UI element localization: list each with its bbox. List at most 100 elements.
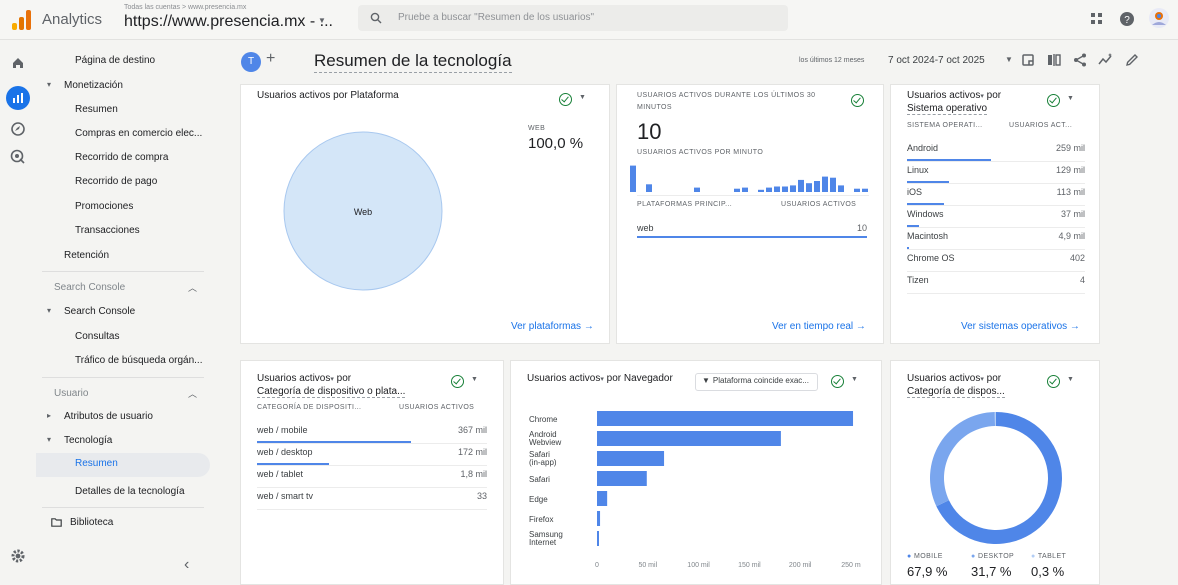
view-os-link[interactable]: Ver sistemas operativos → [961, 321, 1080, 332]
sidebar-item-user-attributes[interactable]: ▸ Atributos de usuario [36, 406, 210, 428]
legend-value: 67,9 % [907, 564, 948, 579]
sidebar-item-landing-page[interactable]: Página de destino [36, 50, 210, 72]
table-row[interactable]: Tizen 4 [907, 275, 1085, 285]
sidebar-item-promotions[interactable]: Promociones [36, 196, 210, 218]
row-value: 259 mil [1055, 143, 1085, 153]
table-row[interactable]: web / tablet 1,8 mil [257, 469, 487, 479]
user-avatar-icon[interactable] [1148, 7, 1170, 29]
sidebar-item-monetization[interactable]: ▾ Monetización [36, 75, 210, 97]
home-icon[interactable] [9, 54, 27, 72]
sidebar-item-checkout-journey[interactable]: Recorrido de pago [36, 171, 210, 193]
analytics-logo-icon[interactable] [12, 10, 32, 30]
minute-bar [822, 176, 828, 192]
card-users-by-os: Usuarios activos▾ por Sistema operativo … [890, 84, 1100, 344]
table-row[interactable]: Windows 37 mil [907, 209, 1085, 219]
row-label: web [637, 223, 654, 233]
check-circle-icon[interactable] [831, 375, 844, 388]
card-title[interactable]: Usuarios activos▾ por Navegador [527, 373, 673, 386]
compare-icon[interactable] [1046, 52, 1062, 68]
sidebar-item-search-console[interactable]: ▾ Search Console [36, 301, 210, 323]
row-separator [907, 161, 1085, 162]
check-circle-icon[interactable] [1047, 375, 1060, 388]
legend-value: 0,3 % [1031, 564, 1065, 579]
sidebar-item-technology-details[interactable]: Detalles de la tecnología [36, 481, 210, 503]
realtime-big-value: 10 [637, 119, 662, 144]
view-platforms-link[interactable]: Ver plataformas → [511, 321, 594, 332]
check-circle-icon[interactable] [451, 375, 464, 388]
device-donut-chart[interactable] [929, 411, 1063, 545]
chevron-down-icon[interactable]: ▼ [851, 376, 858, 383]
apps-grid-icon[interactable] [1088, 10, 1106, 28]
sidebar-item-purchase-journey[interactable]: Recorrido de compra [36, 147, 210, 169]
help-icon[interactable]: ? [1118, 10, 1136, 28]
card-title-dimension[interactable]: Categoría de dispos... [907, 386, 1005, 398]
edit-icon[interactable] [1124, 52, 1140, 68]
search-input[interactable]: Pruebe a buscar "Resumen de los usuarios… [358, 5, 788, 31]
sidebar-item-organic-search-traffic[interactable]: Tráfico de búsqueda orgán... [36, 350, 210, 372]
row-value: 1,8 mil [460, 469, 487, 479]
card-title-dimension[interactable]: Categoría de dispositivo o plata... [257, 386, 406, 398]
table-row: web 10 [637, 223, 867, 233]
x-tick-label: 100 mil [687, 562, 710, 569]
row-label: web / mobile [257, 425, 308, 435]
check-circle-icon[interactable] [1047, 94, 1060, 107]
table-row[interactable]: Chrome OS 402 [907, 253, 1085, 263]
card-title[interactable]: Usuarios activos▾ por [907, 373, 1001, 386]
table-row[interactable]: web / smart tv 33 [257, 491, 487, 501]
check-circle-icon[interactable] [851, 94, 864, 107]
card-title[interactable]: Usuarios activos▾ por [907, 90, 1001, 103]
table-row[interactable]: web / mobile 367 mil [257, 425, 487, 435]
collapse-sidebar-icon[interactable]: ‹ [184, 556, 189, 574]
per-minute-bar-chart[interactable] [629, 159, 873, 193]
account-selector[interactable]: https://www.presencia.mx - ... [124, 13, 333, 31]
chevron-down-icon[interactable]: ▼ [471, 376, 478, 383]
chevron-down-icon[interactable]: ▼ [318, 16, 326, 25]
minute-bar [774, 186, 780, 192]
insights-icon[interactable] [1098, 52, 1114, 68]
share-report-icon[interactable] [1020, 52, 1036, 68]
row-label: Chrome OS [907, 253, 955, 263]
browser-bar-chart[interactable]: Chrome Android Webview Safari (in-app) Safari… [511, 405, 883, 585]
sidebar-item-transactions[interactable]: Transacciones [36, 220, 210, 242]
chevron-down-icon[interactable]: ▼ [1005, 55, 1013, 64]
check-circle-icon[interactable] [559, 93, 572, 106]
advertising-icon[interactable] [9, 148, 27, 166]
category-label: Chrome [529, 415, 558, 424]
sidebar-item-technology[interactable]: ▾ Tecnología [36, 430, 210, 452]
add-comparison-button[interactable]: + [266, 50, 275, 68]
table-row[interactable]: Linux 129 mil [907, 165, 1085, 175]
filter-chip[interactable]: ▼ Plataforma coincide exac... [695, 373, 818, 391]
x-tick-label: 0 [595, 562, 599, 569]
comparison-avatar[interactable]: T [241, 52, 261, 72]
table-row[interactable]: web / desktop 172 mil [257, 447, 487, 457]
share-icon[interactable] [1072, 52, 1088, 68]
date-range-selector[interactable]: 7 oct 2024-7 oct 2025 [888, 55, 985, 66]
reports-icon[interactable] [6, 86, 30, 110]
table-row[interactable]: Android 259 mil [907, 143, 1085, 153]
sidebar-section-user[interactable]: Usuario ︿ [36, 383, 210, 405]
chevron-down-icon[interactable]: ▼ [1067, 376, 1074, 383]
explore-icon[interactable] [9, 120, 27, 138]
sidebar-item-library[interactable]: Biblioteca [36, 512, 210, 534]
sidebar-item-monetization-overview[interactable]: Resumen [36, 99, 210, 121]
row-label: Tizen [907, 275, 929, 285]
table-row[interactable]: Macintosh 4,9 mil [907, 231, 1085, 241]
category-label: Samsung Internet [529, 530, 563, 547]
settings-icon[interactable] [10, 548, 26, 564]
account-breadcrumb[interactable]: Todas las cuentas > www.presencia.mx [124, 4, 246, 11]
sidebar-section-search-console[interactable]: Search Console ︿ [36, 277, 210, 299]
sidebar-item-technology-overview[interactable]: Resumen [36, 453, 210, 477]
table-row[interactable]: iOS 113 mil [907, 187, 1085, 197]
browser-bar [597, 531, 599, 546]
pie-label-web: Web [353, 207, 373, 217]
sidebar-item-queries[interactable]: Consultas [36, 326, 210, 348]
sidebar-item-retention[interactable]: Retención [36, 245, 210, 267]
chevron-down-icon[interactable]: ▼ [1067, 95, 1074, 102]
chevron-down-icon[interactable]: ▼ [579, 94, 586, 101]
card-title[interactable]: Usuarios activos▾ por [257, 373, 351, 386]
card-title-dimension[interactable]: Sistema operativo [907, 103, 988, 115]
card-title[interactable]: Usuarios activos por Plataforma [257, 90, 399, 102]
view-realtime-link[interactable]: Ver en tiempo real → [772, 321, 866, 332]
sidebar-item-ecommerce-purchases[interactable]: Compras en comercio elec... [36, 123, 210, 145]
minute-bar [790, 185, 796, 192]
